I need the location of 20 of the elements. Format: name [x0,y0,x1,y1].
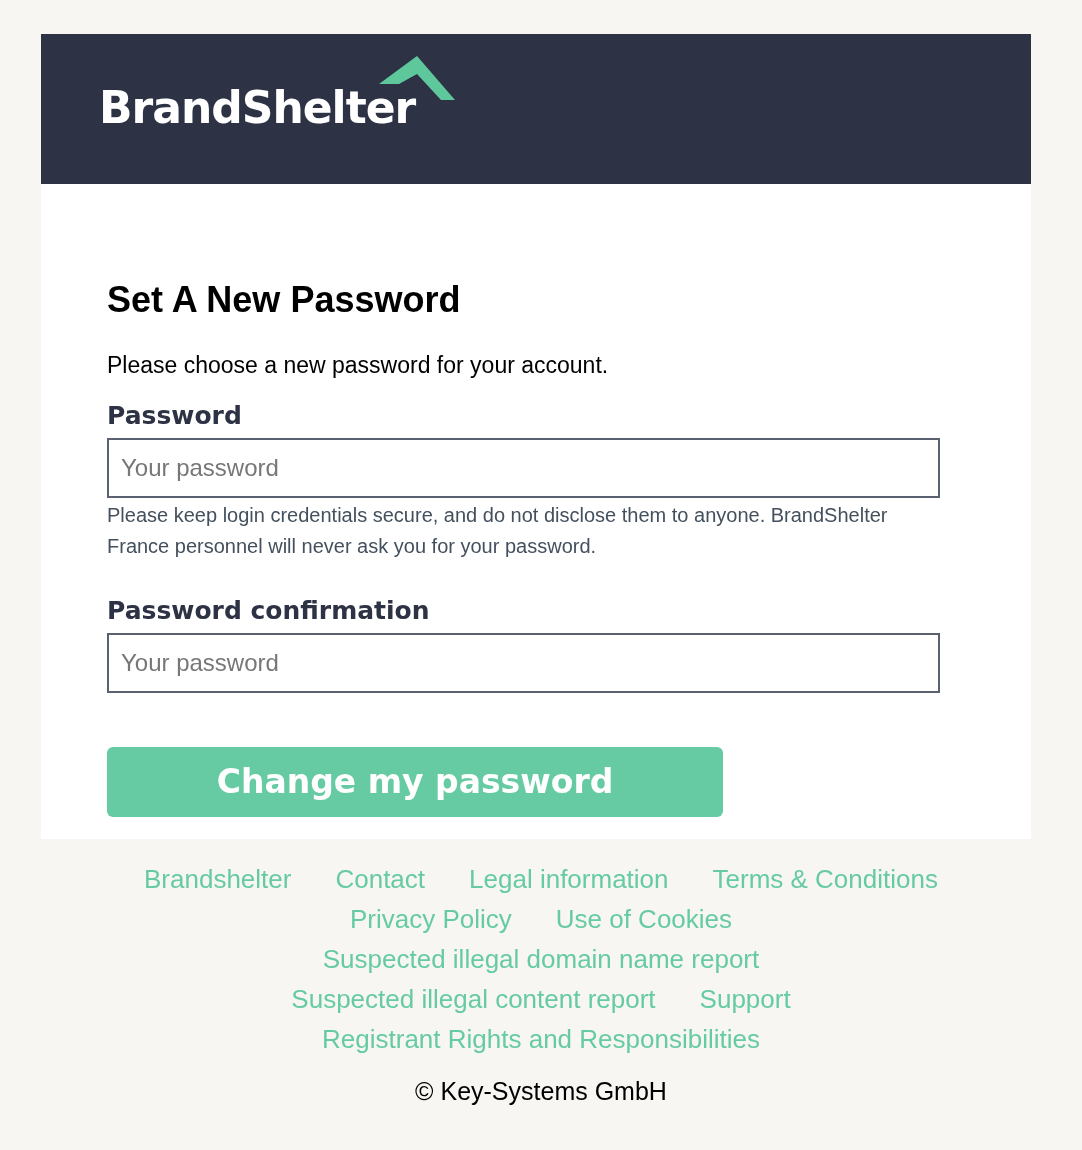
footer-link[interactable]: Brandshelter [144,859,292,899]
footer-link[interactable]: Registrant Rights and Responsibilities [322,1019,760,1059]
password-field[interactable]: Your password [107,438,940,498]
field-label: Password [107,403,243,428]
copyright-text: © Key-Systems GmbH [415,1076,667,1107]
submit-button[interactable]: Change my password [107,747,723,817]
logo[interactable]: BrandShelter [99,54,456,130]
footer-link[interactable]: Use of Cookies [555,899,733,939]
footer-link[interactable]: Suspected illegal domain name report [322,939,760,979]
footer-link[interactable]: Contact [335,859,426,899]
footer-link[interactable]: Privacy Policy [349,899,512,939]
hint-text: Please keep login credentials secure, and do not disclose them to anyone. BrandShelter France personnel will never ask you for your password. [107,503,889,559]
page-title: Set A New Password [107,282,462,318]
footer-link[interactable]: Support [699,979,791,1019]
field-label: Password confirmation [107,598,431,623]
intro-text: Please choose a new password for your account. [107,354,610,377]
footer-link[interactable]: Suspected illegal content report [291,979,656,1019]
footer-link[interactable]: Terms & Conditions [712,859,938,899]
password-field[interactable]: Your password [107,633,940,693]
footer-link[interactable]: Legal information [469,859,669,899]
